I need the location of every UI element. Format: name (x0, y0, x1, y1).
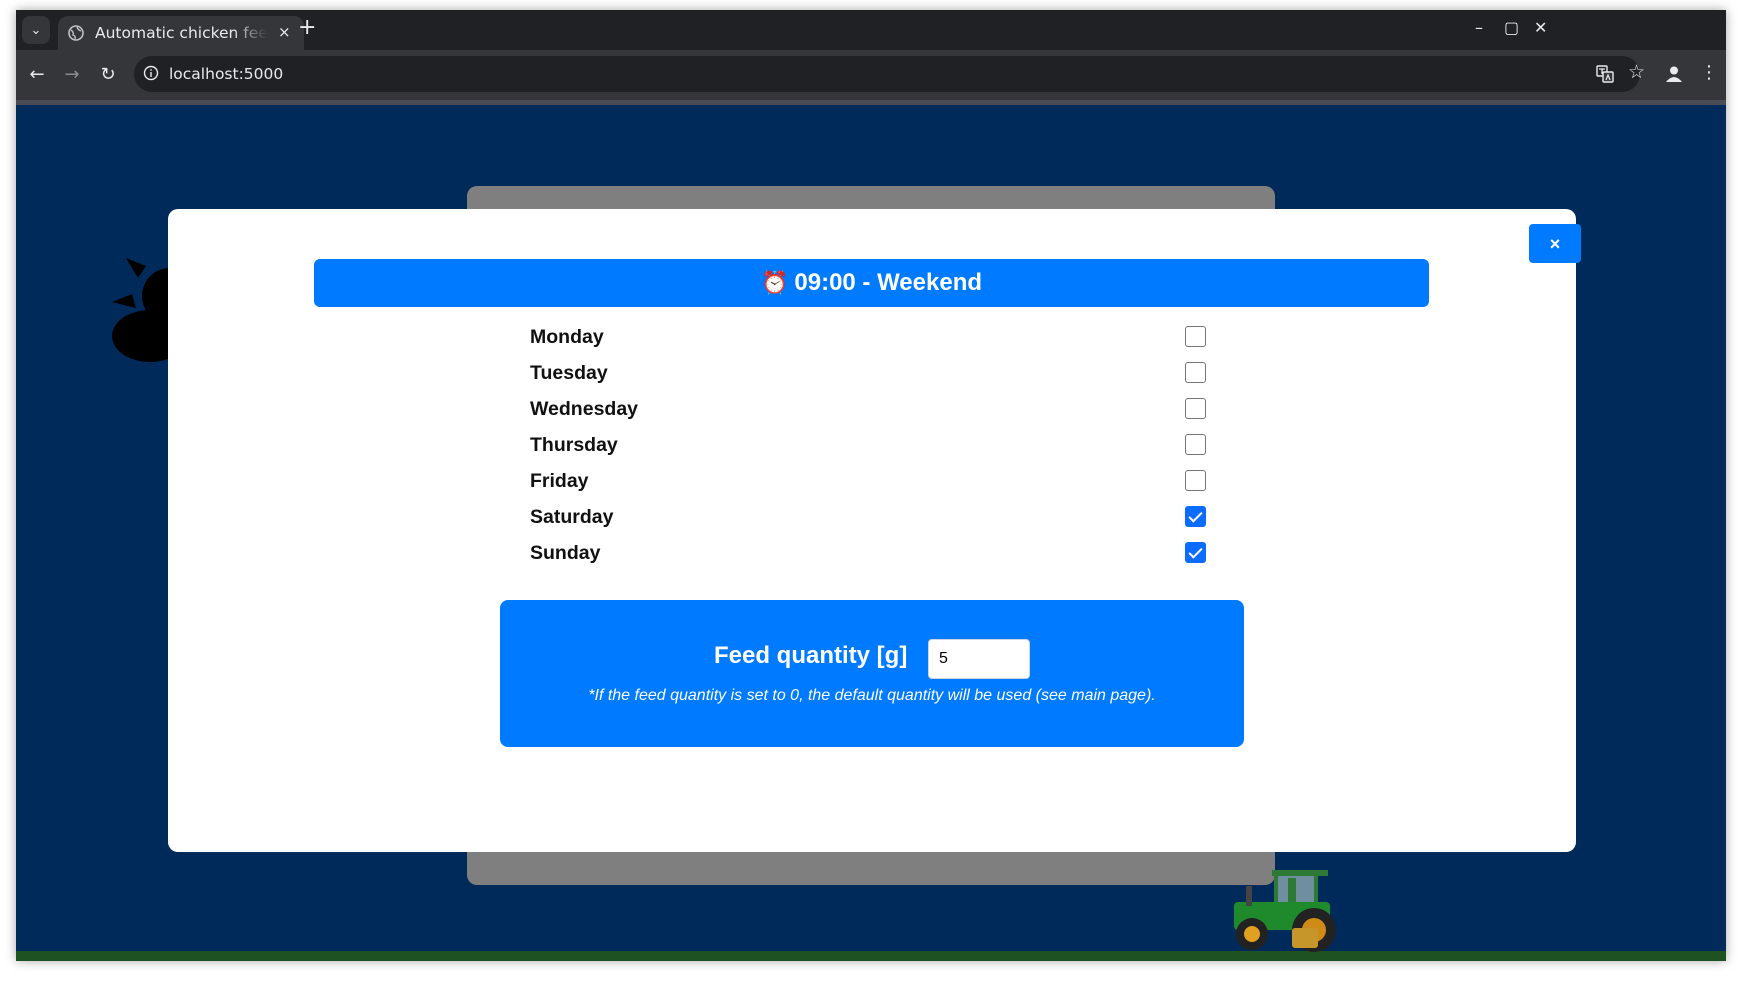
active-tab[interactable]: Automatic chicken feeder × (58, 16, 304, 50)
day-row-friday: Friday (530, 463, 1230, 499)
tab-title: Automatic chicken feeder (95, 24, 267, 42)
translate-icon[interactable] (1596, 65, 1614, 83)
tab-strip: ⌄ Automatic chicken feeder × + – ▢ ✕ (16, 10, 1726, 50)
day-row-tuesday: Tuesday (530, 355, 1230, 391)
new-tab-button[interactable]: + (298, 15, 316, 40)
url-text[interactable]: localhost:5000 (169, 65, 283, 83)
day-checkbox-wednesday[interactable] (1185, 398, 1206, 419)
day-label: Friday (530, 470, 589, 492)
globe-icon (68, 25, 84, 41)
feed-quantity-input[interactable]: 5 (928, 639, 1030, 679)
background-card-footer (467, 850, 1275, 885)
sun-cloud-icon (112, 258, 170, 362)
alarm-clock-icon: ⏰ (760, 270, 789, 295)
feed-quantity-note: *If the feed quantity is set to 0, the d… (588, 687, 1156, 704)
day-checkbox-friday[interactable] (1185, 470, 1206, 491)
day-label: Tuesday (530, 362, 608, 384)
day-checkbox-monday[interactable] (1185, 326, 1206, 347)
close-window-button[interactable]: ✕ (1534, 18, 1547, 37)
feed-quantity-label: Feed quantity [g] (714, 642, 908, 669)
profile-avatar-icon[interactable] (1664, 64, 1684, 84)
day-checkbox-saturday[interactable] (1185, 506, 1206, 527)
day-label: Sunday (530, 542, 601, 564)
minimize-button[interactable]: – (1475, 18, 1483, 37)
day-label: Monday (530, 326, 604, 348)
day-row-thursday: Thursday (530, 427, 1230, 463)
reload-button[interactable]: ↻ (95, 62, 121, 88)
day-label: Thursday (530, 434, 618, 456)
site-info-icon[interactable] (143, 65, 159, 81)
tractor-icon (1234, 870, 1336, 952)
modal-header: ⏰ 09:00 - Weekend (314, 259, 1429, 307)
day-label: Wednesday (530, 398, 639, 420)
modal-close-button[interactable]: × (1529, 224, 1581, 263)
browser-window: ⌄ Automatic chicken feeder × + – ▢ ✕ ← →… (16, 10, 1726, 961)
day-label: Saturday (530, 506, 614, 528)
maximize-button[interactable]: ▢ (1504, 18, 1519, 37)
day-row-wednesday: Wednesday (530, 391, 1230, 427)
browser-toolbar: ← → ↻ localhost:5000 ☆ ⋮ (16, 50, 1726, 100)
day-checkbox-sunday[interactable] (1185, 542, 1206, 563)
toolbar-divider (16, 100, 1726, 105)
schedule-title: 09:00 - Weekend (794, 269, 983, 296)
tab-close-icon[interactable]: × (278, 23, 291, 41)
tab-search-button[interactable]: ⌄ (22, 16, 50, 44)
schedule-modal: × ⏰ 09:00 - Weekend Monday Tuesday Wednes… (168, 209, 1581, 852)
day-checkbox-thursday[interactable] (1185, 434, 1206, 455)
ground-strip (16, 951, 1726, 961)
day-row-monday: Monday (530, 319, 1230, 355)
day-row-sunday: Sunday (530, 535, 1230, 571)
back-button[interactable]: ← (24, 62, 50, 88)
address-bar[interactable]: localhost:5000 ☆ (134, 56, 1645, 92)
forward-button[interactable]: → (59, 62, 85, 88)
day-row-saturday: Saturday (530, 499, 1230, 535)
browser-menu-icon[interactable]: ⋮ (1700, 62, 1718, 83)
feed-quantity-panel: Feed quantity [g] 5 *If the feed quantit… (500, 600, 1244, 747)
bookmark-star-icon[interactable]: ☆ (1628, 61, 1645, 84)
day-checkbox-tuesday[interactable] (1185, 362, 1206, 383)
